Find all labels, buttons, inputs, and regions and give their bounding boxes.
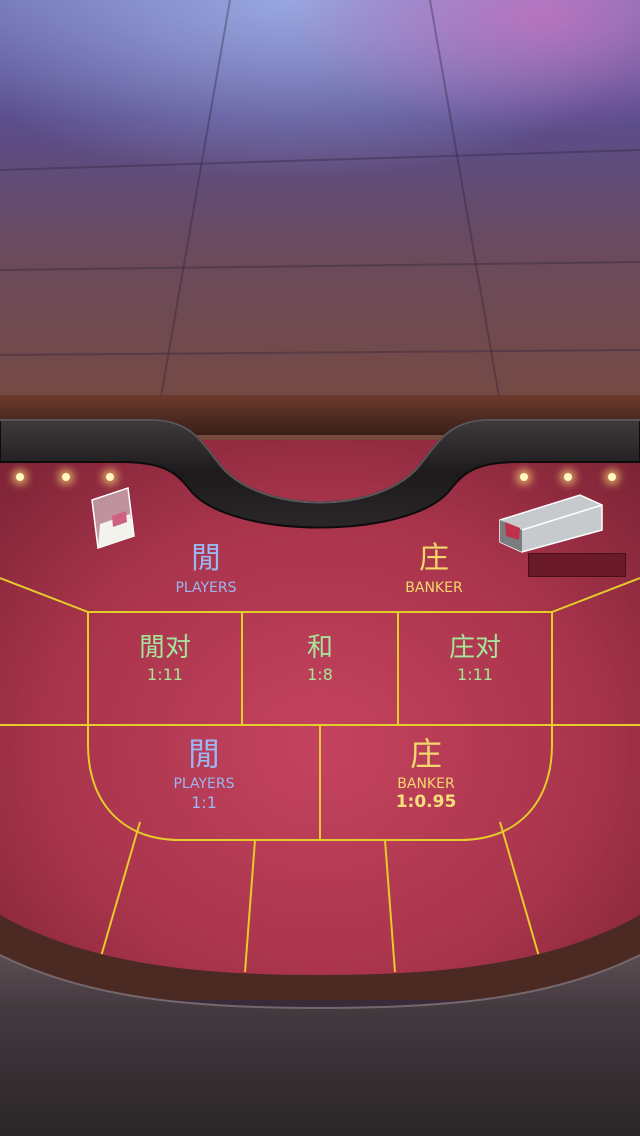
player-pair-bet-area[interactable]: 閒对 1:11 [89,613,241,724]
tie-bet-area[interactable]: 和 1:8 [243,613,397,724]
tie-title: 和 [306,633,333,663]
banker-pair-bet-area[interactable]: 庄对 1:11 [399,613,551,724]
banker-pair-title: 庄对 [448,633,501,663]
players-header-label: PLAYERS [175,580,237,596]
banker-bet-cjk: 庄 [409,735,442,773]
table-light [62,473,70,481]
banker-header-label: BANKER [405,580,463,596]
seat-area-2[interactable] [252,845,387,965]
table-light [608,473,616,481]
players-bet-cjk: 閒 [187,735,220,773]
table-light [16,473,24,481]
players-bet-label: PLAYERS [173,776,235,792]
players-bet-odds: 1:1 [191,793,217,812]
seat-area-1[interactable] [110,845,240,955]
player-pair-title: 閒对 [138,633,191,663]
player-pair-odds: 1:11 [147,665,183,684]
banker-header-cjk: 庄 [419,541,449,576]
players-bet-area[interactable]: 閒 PLAYERS 1:1 [89,726,319,839]
card-shoe-status-panel [528,553,626,577]
seat-area-3[interactable] [392,845,527,960]
banker-bet-area[interactable]: 庄 BANKER 1:0.95 [321,726,551,839]
players-header-cjk: 閒 [191,541,221,576]
table-light [520,473,528,481]
table-light [564,473,572,481]
tie-odds: 1:8 [307,665,333,684]
table-light [106,473,114,481]
banker-pair-odds: 1:11 [457,665,493,684]
baccarat-table-scene: 閒 PLAYERS 庄 BANKER 閒对 1:11 和 1:8 庄对 1:11… [0,0,640,1136]
banker-bet-odds: 1:0.95 [395,792,457,812]
banker-bet-label: BANKER [397,776,455,792]
